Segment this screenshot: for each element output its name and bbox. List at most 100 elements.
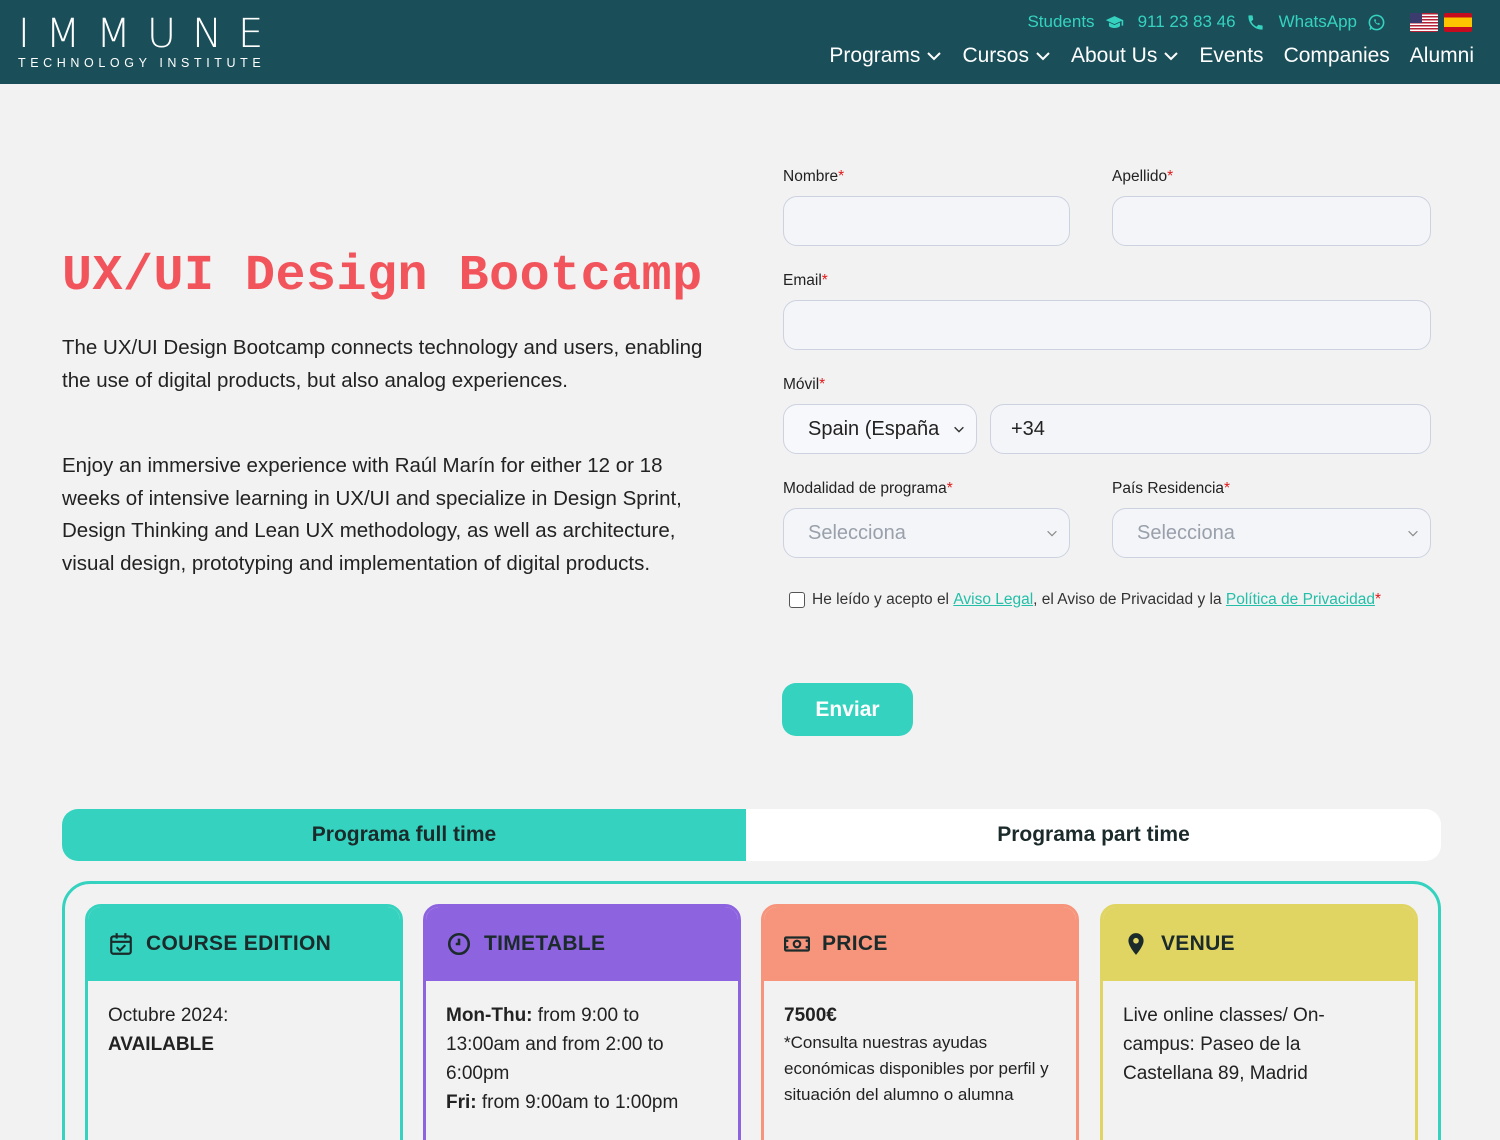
modalidad-label: Modalidad de programa* bbox=[783, 480, 953, 498]
required-mark: * bbox=[821, 272, 828, 289]
financing-note: *Consulta nuestras ayudas económicas dis… bbox=[784, 1033, 1049, 1104]
consent-text-2: , el Aviso de Privacidad y la bbox=[1033, 591, 1226, 608]
movil-label-text: Móvil bbox=[783, 376, 820, 393]
card-header: TIMETABLE bbox=[426, 907, 738, 981]
nombre-label-text: Nombre bbox=[783, 168, 839, 185]
phone-link[interactable]: 911 23 83 46 bbox=[1138, 12, 1265, 32]
required-mark: * bbox=[819, 376, 826, 393]
chevron-down-icon bbox=[1408, 530, 1418, 537]
description-paragraph: Enjoy an immersive experience with Raúl … bbox=[62, 454, 682, 575]
price-value: 7500€ bbox=[784, 1005, 837, 1026]
chevron-down-icon bbox=[1164, 52, 1179, 61]
price-card: PRICE 7500€ *Consulta nuestras ayudas ec… bbox=[761, 904, 1079, 1140]
card-header: PRICE bbox=[764, 907, 1076, 981]
site-header: IMMUNE TECHNOLOGY INSTITUTE Students 911… bbox=[0, 0, 1500, 84]
email-input[interactable] bbox=[783, 300, 1431, 350]
whatsapp-label: WhatsApp bbox=[1278, 12, 1357, 31]
movil-label: Móvil* bbox=[783, 376, 825, 394]
nav-events-label: Events bbox=[1199, 44, 1264, 67]
availability-status: AVAILABLE bbox=[108, 1034, 214, 1055]
nav-about-us-label: About Us bbox=[1070, 44, 1158, 67]
phone-input[interactable]: +34 bbox=[990, 404, 1431, 454]
modalidad-placeholder: Selecciona bbox=[808, 521, 906, 544]
chevron-down-icon bbox=[1047, 530, 1057, 537]
whatsapp-icon bbox=[1368, 14, 1385, 30]
course-edition-card: COURSE EDITION Octubre 2024: AVAILABLE bbox=[85, 904, 403, 1140]
top-links: Students 911 23 83 46 WhatsApp bbox=[1027, 12, 1472, 32]
timetable-card: TIMETABLE Mon-Thu: from 9:00 to 13:00am … bbox=[423, 904, 741, 1140]
intro-paragraph: The UX/UI Design Bootcamp connects techn… bbox=[62, 336, 703, 392]
nav-companies-label: Companies bbox=[1283, 44, 1390, 67]
email-label-text: Email bbox=[783, 272, 822, 289]
nombre-label: Nombre* bbox=[783, 168, 844, 186]
required-mark: * bbox=[946, 480, 953, 497]
nombre-input[interactable] bbox=[783, 196, 1070, 246]
card-body: Mon-Thu: from 9:00 to 13:00am and from 2… bbox=[426, 981, 738, 1117]
chevron-down-icon bbox=[954, 426, 964, 433]
email-label: Email* bbox=[783, 272, 828, 290]
students-link[interactable]: Students bbox=[1027, 12, 1123, 32]
clock-icon bbox=[447, 932, 471, 956]
consent-row: He leído y acepto el Aviso Legal , el Av… bbox=[789, 591, 1381, 609]
pais-placeholder: Selecciona bbox=[1137, 521, 1235, 544]
tab-full-time[interactable]: Programa full time bbox=[62, 809, 746, 861]
privacy-policy-link[interactable]: Política de Privacidad bbox=[1226, 591, 1375, 609]
required-mark: * bbox=[1374, 591, 1381, 608]
modalidad-select[interactable]: Selecciona bbox=[783, 508, 1070, 558]
required-mark: * bbox=[1167, 168, 1174, 185]
money-bill-icon bbox=[784, 936, 810, 952]
immune-logo[interactable]: IMMUNE TECHNOLOGY INSTITUTE bbox=[18, 14, 279, 70]
submit-button[interactable]: Enviar bbox=[782, 683, 913, 736]
nav-cursos-label: Cursos bbox=[962, 44, 1029, 67]
card-body: 7500€ *Consulta nuestras ayudas económic… bbox=[764, 981, 1076, 1108]
venue-text: Live online classes/ On-campus: Paseo de… bbox=[1123, 1005, 1325, 1084]
es-flag-icon[interactable] bbox=[1444, 12, 1472, 32]
apellido-label: Apellido* bbox=[1112, 168, 1173, 186]
card-title: COURSE EDITION bbox=[146, 932, 332, 955]
whatsapp-link[interactable]: WhatsApp bbox=[1279, 12, 1386, 32]
weekday-schedule: Mon-Thu: from 9:00 to 13:00am and from 2… bbox=[446, 1001, 718, 1088]
nav-events[interactable]: Events bbox=[1199, 44, 1263, 68]
graduation-cap-icon bbox=[1105, 15, 1123, 28]
nav-alumni[interactable]: Alumni bbox=[1410, 44, 1474, 68]
nav-programs[interactable]: Programs bbox=[829, 44, 942, 68]
aviso-legal-link[interactable]: Aviso Legal bbox=[953, 591, 1033, 609]
card-header: COURSE EDITION bbox=[88, 907, 400, 981]
phone-icon bbox=[1247, 14, 1263, 30]
friday-hours: from 9:00am to 1:00pm bbox=[476, 1092, 679, 1113]
nav-about-us[interactable]: About Us bbox=[1071, 44, 1179, 68]
card-title: TIMETABLE bbox=[484, 932, 606, 955]
required-mark: * bbox=[1224, 480, 1231, 497]
card-title: VENUE bbox=[1161, 932, 1235, 955]
card-body: Live online classes/ On-campus: Paseo de… bbox=[1103, 981, 1415, 1088]
page-title: UX/UI Design Bootcamp bbox=[62, 248, 703, 305]
required-mark: * bbox=[838, 168, 845, 185]
phone-prefix-value: +34 bbox=[1011, 417, 1045, 440]
phone-number: 911 23 83 46 bbox=[1137, 12, 1236, 31]
nav-cursos[interactable]: Cursos bbox=[962, 44, 1051, 68]
students-label: Students bbox=[1027, 12, 1095, 31]
main-nav: Programs Cursos About Us Events Companie… bbox=[829, 44, 1474, 68]
nav-programs-label: Programs bbox=[829, 44, 921, 67]
friday-label: Fri: bbox=[446, 1092, 477, 1113]
logo-wordmark: IMMUNE bbox=[18, 11, 280, 57]
country-code-value: Spain (España bbox=[808, 417, 940, 440]
apellido-label-text: Apellido bbox=[1112, 168, 1168, 185]
nav-companies[interactable]: Companies bbox=[1284, 44, 1390, 68]
weekday-label: Mon-Thu: bbox=[446, 1005, 533, 1026]
us-flag-icon[interactable] bbox=[1410, 12, 1438, 32]
friday-schedule: Fri: from 9:00am to 1:00pm bbox=[446, 1088, 718, 1117]
language-switcher bbox=[1410, 12, 1472, 32]
apellido-input[interactable] bbox=[1112, 196, 1431, 246]
map-pin-icon bbox=[1128, 933, 1144, 955]
pais-label-text: País Residencia bbox=[1112, 480, 1225, 497]
tab-part-time[interactable]: Programa part time bbox=[746, 809, 1441, 861]
card-header: VENUE bbox=[1103, 907, 1415, 981]
consent-checkbox[interactable] bbox=[789, 592, 805, 608]
card-body: Octubre 2024: AVAILABLE bbox=[88, 981, 400, 1059]
pais-select[interactable]: Selecciona bbox=[1112, 508, 1431, 558]
modalidad-label-text: Modalidad de programa bbox=[783, 480, 947, 497]
country-code-select[interactable]: Spain (España bbox=[783, 404, 977, 454]
consent-text-1: He leído y acepto el bbox=[812, 591, 954, 608]
calendar-check-icon bbox=[110, 933, 132, 955]
